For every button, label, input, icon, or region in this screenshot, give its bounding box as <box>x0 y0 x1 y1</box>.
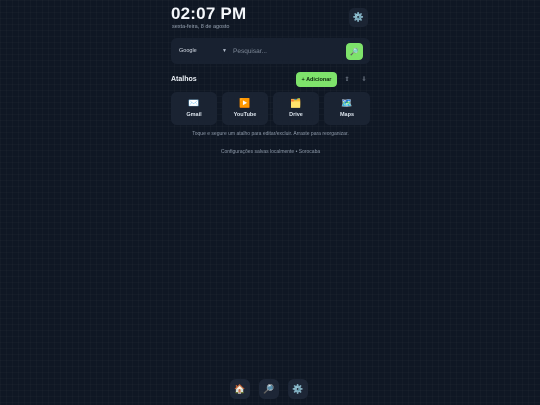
shortcuts-title: Atalhos <box>171 76 197 83</box>
move-down-icon[interactable]: ⇩ <box>359 74 369 85</box>
search-input[interactable] <box>233 44 341 58</box>
shortcut-gmail[interactable]: ✉️ Gmail <box>171 92 217 125</box>
shortcut-label: Maps <box>339 112 355 118</box>
settings-note: Configurações salvas localmente • Soroca… <box>220 149 321 155</box>
shortcut-youtube[interactable]: ▶️ YouTube <box>222 92 268 125</box>
play-icon: ▶️ <box>239 98 251 108</box>
home-button[interactable]: 🏠 <box>230 379 250 399</box>
shortcut-label: YouTube <box>233 112 257 118</box>
bottom-dock: 🏠 🔎 ⚙️ <box>230 379 308 399</box>
add-shortcut-button[interactable]: + Adicionar <box>296 72 337 87</box>
search-engine-label: Google <box>179 48 197 54</box>
search-bar: Google ▼ 🔎 <box>171 38 370 64</box>
map-icon: 🗺️ <box>341 98 353 108</box>
date-label: sexta-feira, 8 de agosto <box>172 24 230 30</box>
shortcut-label: Drive <box>289 112 303 118</box>
shortcuts-grid: ✉️ Gmail ▶️ YouTube 🗂️ Drive 🗺️ Maps <box>171 92 371 126</box>
clock-time: 02:07 PM <box>171 4 247 23</box>
shortcut-maps[interactable]: 🗺️ Maps <box>324 92 370 125</box>
chevron-down-icon: ▼ <box>222 48 227 54</box>
dock-search-button[interactable]: 🔎 <box>259 379 279 399</box>
search-engine-select[interactable]: Google ▼ <box>179 45 227 57</box>
home-icon: 🏠 <box>234 383 246 394</box>
shortcut-label: Gmail <box>186 112 202 118</box>
shortcuts-hint: Toque e segure um atalho para editar/exc… <box>192 131 349 137</box>
mail-icon: ✉️ <box>188 98 200 108</box>
search-icon: 🔎 <box>263 383 275 394</box>
folder-icon: 🗂️ <box>290 98 302 108</box>
settings-button[interactable]: ⚙️ <box>349 8 368 27</box>
shortcut-drive[interactable]: 🗂️ Drive <box>273 92 319 125</box>
search-button[interactable]: 🔎 <box>346 43 363 60</box>
dock-settings-button[interactable]: ⚙️ <box>288 379 308 399</box>
move-up-icon[interactable]: ⇧ <box>342 74 352 85</box>
search-icon: 🔎 <box>350 48 359 56</box>
gear-icon: ⚙️ <box>352 12 365 22</box>
gear-icon: ⚙️ <box>292 383 304 394</box>
